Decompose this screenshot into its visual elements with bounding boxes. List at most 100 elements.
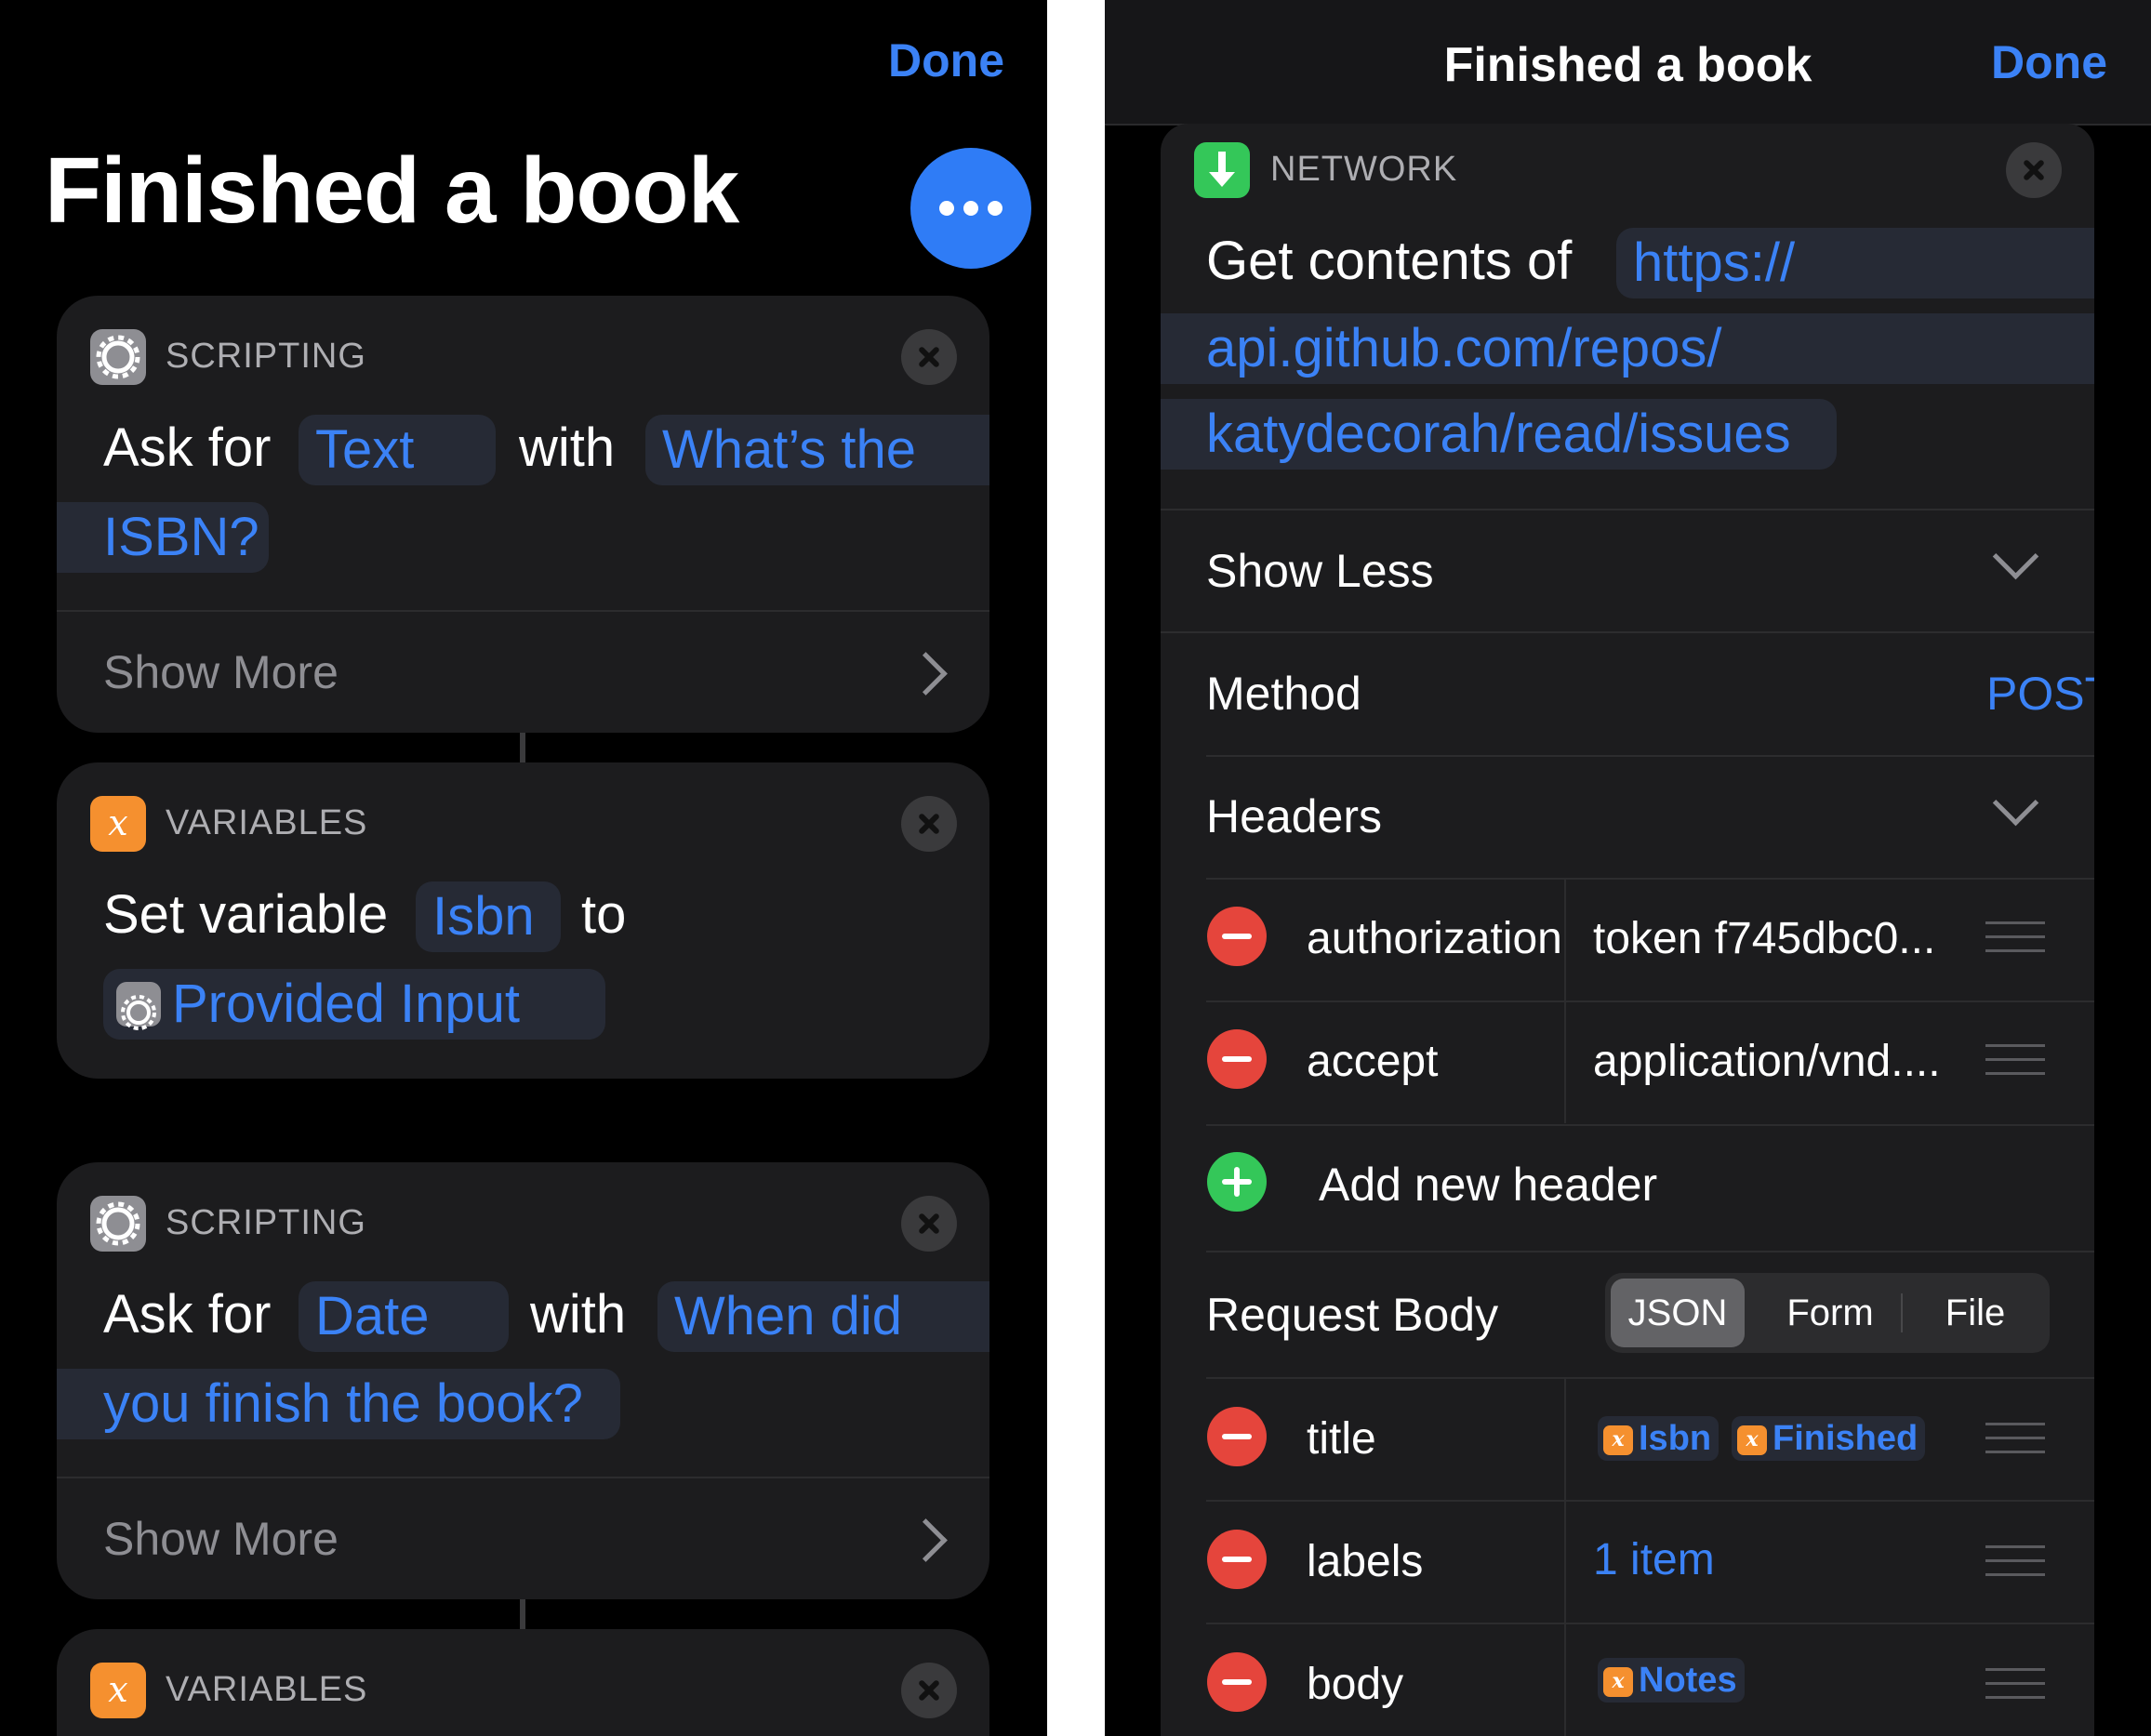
request-body-label: Request Body bbox=[1206, 1289, 1499, 1341]
divider bbox=[1206, 1001, 2094, 1002]
category-label: VARIABLES bbox=[166, 803, 368, 842]
close-icon[interactable] bbox=[901, 329, 957, 385]
header-value[interactable]: application/vnd.... bbox=[1593, 1036, 1941, 1087]
gear-icon bbox=[90, 329, 146, 385]
category-label: SCRIPTING bbox=[166, 1203, 366, 1242]
add-header-link[interactable]: Add new header bbox=[1319, 1158, 1657, 1212]
action-text: with bbox=[530, 1284, 627, 1345]
close-icon[interactable] bbox=[901, 796, 957, 852]
token-label: Finished bbox=[1773, 1419, 1919, 1458]
divider bbox=[1206, 1251, 2094, 1252]
category-label: NETWORK bbox=[1270, 150, 1458, 189]
variable-name-token[interactable]: Isbn bbox=[416, 881, 561, 952]
chevron-down-icon[interactable] bbox=[1992, 779, 2039, 827]
divider bbox=[57, 610, 989, 612]
remove-header-button[interactable] bbox=[1207, 1029, 1267, 1089]
remove-header-button[interactable] bbox=[1207, 907, 1267, 966]
chevron-right-icon bbox=[904, 652, 948, 696]
prompt-token[interactable]: When did bbox=[657, 1281, 989, 1352]
header-key[interactable]: authorization bbox=[1307, 913, 1562, 964]
url-token-cont[interactable]: api.github.com/repos/ bbox=[1161, 313, 2094, 384]
show-more-link[interactable]: Show More bbox=[103, 1512, 339, 1566]
variable-icon: x bbox=[90, 1663, 146, 1718]
show-more-link[interactable]: Show More bbox=[103, 645, 339, 699]
done-button[interactable]: Done bbox=[888, 33, 1004, 87]
action-text: Get contents of bbox=[1206, 231, 1573, 291]
remove-field-button[interactable] bbox=[1207, 1530, 1267, 1589]
add-header-icon[interactable] bbox=[1207, 1152, 1267, 1212]
input-type-token[interactable]: Date bbox=[299, 1281, 509, 1352]
body-field-key[interactable]: body bbox=[1307, 1659, 1403, 1710]
chevron-right-icon bbox=[904, 1518, 948, 1562]
connector bbox=[520, 1599, 525, 1629]
column-divider bbox=[1564, 880, 1566, 1001]
right-panel: Finished a book Done NETWORK Get content… bbox=[1105, 0, 2151, 1736]
chevron-down-icon[interactable] bbox=[1992, 533, 2039, 580]
prompt-token[interactable]: What’s the bbox=[645, 415, 989, 485]
url-token[interactable]: https:// bbox=[1616, 228, 2094, 298]
close-icon[interactable] bbox=[2006, 142, 2062, 198]
done-button[interactable]: Done bbox=[1991, 35, 2107, 89]
divider bbox=[1206, 1377, 2094, 1379]
drag-handle-icon[interactable] bbox=[1985, 1668, 2045, 1700]
column-divider bbox=[1564, 1624, 1566, 1736]
isbn-variable-token[interactable]: x Isbn bbox=[1598, 1416, 1719, 1461]
variable-icon: x bbox=[90, 796, 146, 852]
remove-field-button[interactable] bbox=[1207, 1407, 1267, 1466]
segment-form[interactable]: Form bbox=[1754, 1279, 1906, 1347]
action-card-variables[interactable]: x VARIABLES bbox=[57, 1629, 989, 1736]
provided-input-label: Provided Input bbox=[172, 974, 521, 1034]
divider bbox=[1161, 631, 2094, 633]
close-icon[interactable] bbox=[901, 1196, 957, 1252]
method-label: Method bbox=[1206, 668, 1361, 720]
divider bbox=[1206, 1124, 2094, 1126]
method-value[interactable]: POST bbox=[1986, 667, 2094, 721]
notes-variable-token[interactable]: x Notes bbox=[1598, 1658, 1745, 1703]
prompt-token-cont[interactable]: you finish the book? bbox=[57, 1369, 620, 1439]
column-divider bbox=[1564, 1379, 1566, 1500]
body-field-key[interactable]: labels bbox=[1307, 1536, 1423, 1587]
divider bbox=[1206, 1623, 2094, 1624]
segment-file[interactable]: File bbox=[1906, 1279, 2044, 1347]
more-options-button[interactable] bbox=[910, 148, 1031, 269]
gear-icon bbox=[116, 982, 161, 1030]
header-key[interactable]: accept bbox=[1307, 1036, 1438, 1087]
drag-handle-icon[interactable] bbox=[1985, 1044, 2045, 1076]
action-card-ask-date[interactable]: SCRIPTING Ask for Date with When did you… bbox=[57, 1162, 989, 1599]
segment-separator bbox=[1901, 1293, 1903, 1332]
headers-label: Headers bbox=[1206, 790, 1382, 842]
segment-json[interactable]: JSON bbox=[1611, 1279, 1745, 1347]
url-token-cont[interactable]: katydecorah/read/issues bbox=[1161, 399, 1837, 470]
header-value[interactable]: token f745dbc0... bbox=[1593, 913, 1935, 964]
prompt-token-cont[interactable]: ISBN? bbox=[57, 502, 269, 573]
action-text: Ask for bbox=[103, 417, 272, 478]
divider bbox=[1206, 1500, 2094, 1502]
action-text: Set variable bbox=[103, 884, 389, 945]
download-arrow-icon bbox=[1194, 142, 1250, 198]
drag-handle-icon[interactable] bbox=[1985, 1423, 2045, 1454]
page-title: Finished a book bbox=[45, 139, 739, 243]
token-label: Notes bbox=[1639, 1661, 1737, 1700]
drag-handle-icon[interactable] bbox=[1985, 1545, 2045, 1577]
finished-variable-token[interactable]: x Finished bbox=[1732, 1416, 1926, 1461]
divider bbox=[1161, 509, 2094, 510]
show-less-link[interactable]: Show Less bbox=[1206, 544, 1434, 598]
input-type-token[interactable]: Text bbox=[299, 415, 496, 485]
action-card-set-variable[interactable]: x VARIABLES Set variable Isbn to Provide… bbox=[57, 762, 989, 1079]
left-panel: Done Finished a book SCRIPTING Ask for T… bbox=[0, 0, 1047, 1736]
drag-handle-icon[interactable] bbox=[1985, 921, 2045, 953]
column-divider bbox=[1564, 1002, 1566, 1123]
action-text: to bbox=[581, 884, 627, 945]
action-text: Ask for bbox=[103, 1284, 272, 1345]
remove-field-button[interactable] bbox=[1207, 1652, 1267, 1712]
action-card-ask-isbn[interactable]: SCRIPTING Ask for Text with What’s the I… bbox=[57, 296, 989, 733]
close-icon[interactable] bbox=[901, 1663, 957, 1718]
body-field-value[interactable]: 1 item bbox=[1593, 1534, 1715, 1585]
action-card-get-contents[interactable]: NETWORK Get contents of https:// api.git… bbox=[1161, 124, 2094, 1736]
category-label: SCRIPTING bbox=[166, 337, 366, 376]
gear-icon bbox=[90, 1196, 146, 1252]
divider bbox=[1206, 878, 2094, 880]
provided-input-token[interactable]: Provided Input bbox=[103, 969, 605, 1040]
variable-icon: x bbox=[1737, 1425, 1767, 1455]
body-field-key[interactable]: title bbox=[1307, 1413, 1376, 1464]
